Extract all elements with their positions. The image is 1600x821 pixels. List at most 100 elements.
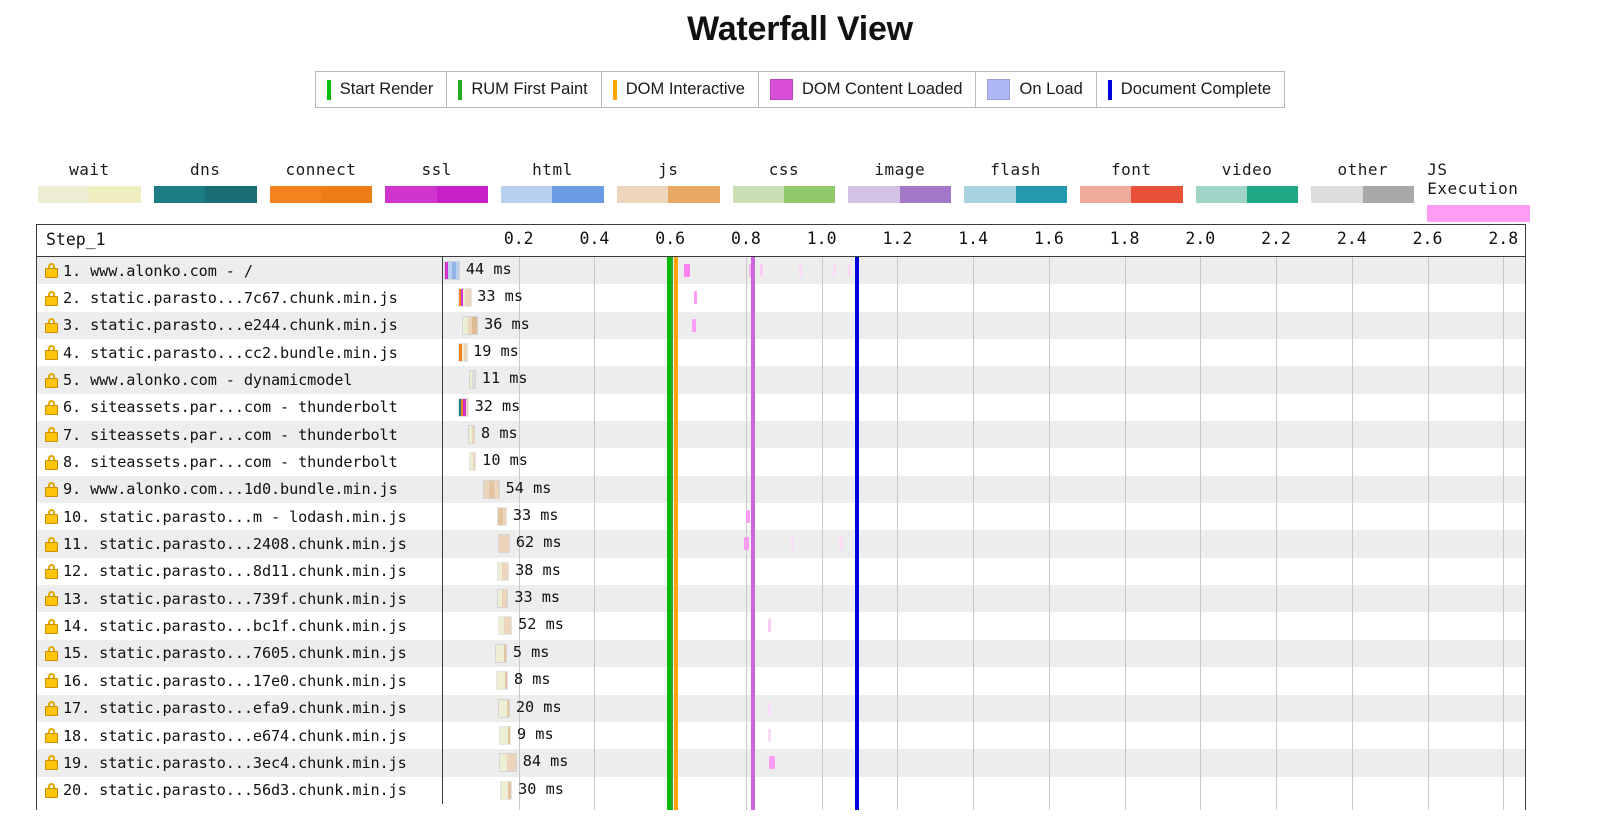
js-execution-block [746,510,751,523]
request-label-cell[interactable]: 10. static.parasto...m - lodash.min.js [37,503,443,530]
request-bar[interactable] [470,453,476,470]
table-row[interactable]: 8. siteassets.par...com - thunderbolt10 … [37,448,1525,475]
js-execution-block [768,619,771,632]
request-duration-label: 38 ms [515,561,561,579]
resource-type-legend-item: JS Execution [1427,160,1530,222]
event-legend-item[interactable]: Document Complete [1097,72,1284,107]
lock-icon [45,673,58,688]
bar-segment-js [472,426,474,443]
request-bar[interactable] [498,563,508,580]
axis-tick-label: 1.8 [1110,229,1140,248]
request-bar[interactable] [459,399,468,416]
request-bar[interactable] [496,645,506,662]
table-row[interactable]: 1. www.alonko.com - /44 ms [37,257,1525,284]
request-label-cell[interactable]: 20. static.parasto...56d3.chunk.min.js [37,777,443,804]
request-label-cell[interactable]: 4. static.parasto...cc2.bundle.min.js [37,339,443,366]
request-bar[interactable] [470,371,475,388]
request-duration-label: 20 ms [516,698,562,716]
request-label-cell[interactable]: 8. siteassets.par...com - thunderbolt [37,448,443,475]
js-execution-block [769,756,775,769]
legend-gap [488,160,501,222]
event-legend-item[interactable]: DOM Interactive [602,72,759,107]
request-bar[interactable] [498,590,507,607]
request-bar[interactable] [445,262,459,279]
request-bar[interactable] [498,508,506,525]
request-track: 30 ms [443,777,1525,804]
request-bar[interactable] [501,782,512,799]
table-row[interactable]: 6. siteassets.par...com - thunderbolt32 … [37,394,1525,421]
js-execution-block [768,729,771,742]
js-execution-block [749,264,753,277]
request-bar[interactable] [459,344,467,361]
request-label-cell[interactable]: 7. siteassets.par...com - thunderbolt [37,421,443,448]
request-bar[interactable] [499,535,509,552]
lock-icon [45,345,58,360]
request-bar[interactable] [500,754,516,771]
bar-segment-other [472,371,475,388]
request-bar[interactable] [499,617,511,634]
request-bar[interactable] [459,289,471,306]
request-label: 3. static.parasto...e244.chunk.min.js [63,316,398,334]
resource-type-swatch [733,186,836,203]
table-row[interactable]: 7. siteassets.par...com - thunderbolt8 m… [37,421,1525,448]
request-bar[interactable] [484,481,499,498]
table-row[interactable]: 19. static.parasto...3ec4.chunk.min.js84… [37,749,1525,776]
table-row[interactable]: 18. static.parasto...e674.chunk.min.js9 … [37,722,1525,749]
waterfall-header: Step_1 0.20.40.60.81.01.21.41.61.82.02.2… [37,225,1525,257]
page-title: Waterfall View [0,0,1600,49]
request-label-cell[interactable]: 3. static.parasto...e244.chunk.min.js [37,312,443,339]
request-label-cell[interactable]: 11. static.parasto...2408.chunk.min.js [37,530,443,557]
request-label-cell[interactable]: 13. static.parasto...739f.chunk.min.js [37,585,443,612]
table-row[interactable]: 12. static.parasto...8d11.chunk.min.js 38… [37,558,1525,585]
table-row[interactable]: 16. static.parasto...17e0.chunk.min.js8 … [37,667,1525,694]
table-row[interactable]: 5. www.alonko.com - dynamicmodel11 ms [37,366,1525,393]
request-label-cell[interactable]: 15. static.parasto...7605.chunk.min.js [37,640,443,667]
request-label: 17. static.parasto...efa9.chunk.min.js [63,699,407,717]
table-row[interactable]: 20. static.parasto...56d3.chunk.min.js 30… [37,777,1525,804]
request-label-cell[interactable]: 1. www.alonko.com - / [37,257,443,284]
request-label-cell[interactable]: 12. static.parasto...8d11.chunk.min.js [37,558,443,585]
request-label-cell[interactable]: 6. siteassets.par...com - thunderbolt [37,394,443,421]
event-legend-item[interactable]: Start Render [316,72,448,107]
request-track: 52 ms [443,612,1525,639]
request-label-cell[interactable]: 5. www.alonko.com - dynamicmodel [37,366,443,393]
request-bar[interactable] [463,317,477,334]
table-row[interactable]: 4. static.parasto...cc2.bundle.min.js19 … [37,339,1525,366]
request-duration-label: 5 ms [513,643,550,661]
resource-type-legend-item: wait [38,160,141,222]
request-label-cell[interactable]: 16. static.parasto...17e0.chunk.min.js [37,667,443,694]
js-execution-block [839,537,843,550]
legend-gap [835,160,848,222]
table-row[interactable]: 9. www.alonko.com...1d0.bundle.min.js54 … [37,476,1525,503]
resource-type-legend-item: html [501,160,604,222]
table-row[interactable]: 11. static.parasto...2408.chunk.min.js 62… [37,530,1525,557]
table-row[interactable]: 3. static.parasto...e244.chunk.min.js36 … [37,312,1525,339]
table-row[interactable]: 17. static.parasto...efa9.chunk.min.js 20… [37,695,1525,722]
event-legend-item[interactable]: RUM First Paint [447,72,601,107]
request-bar[interactable] [499,700,509,717]
request-label-cell[interactable]: 19. static.parasto...3ec4.chunk.min.js [37,749,443,776]
request-label: 20. static.parasto...56d3.chunk.min.js [63,781,407,799]
request-label-cell[interactable]: 17. static.parasto...efa9.chunk.min.js [37,695,443,722]
request-bar[interactable] [497,672,507,689]
request-duration-label: 62 ms [516,533,562,551]
request-bar[interactable] [500,727,510,744]
table-row[interactable]: 10. static.parasto...m - lodash.min.js33… [37,503,1525,530]
request-bar[interactable] [469,426,474,443]
event-legend-label: RUM First Paint [471,80,587,99]
legend-gap [951,160,964,222]
legend-gap [1183,160,1196,222]
table-row[interactable]: 13. static.parasto...739f.chunk.min.js33… [37,585,1525,612]
request-track: 11 ms [443,366,1525,393]
table-row[interactable]: 15. static.parasto...7605.chunk.min.js 5 … [37,640,1525,667]
request-label-cell[interactable]: 2. static.parasto...7c67.chunk.min.js [37,284,443,311]
event-legend-item[interactable]: DOM Content Loaded [759,72,977,107]
lock-icon [45,783,58,798]
request-label-cell[interactable]: 14. static.parasto...bc1f.chunk.min.js [37,612,443,639]
event-legend-item[interactable]: On Load [976,72,1096,107]
table-row[interactable]: 2. static.parasto...7c67.chunk.min.js33 … [37,284,1525,311]
table-row[interactable]: 14. static.parasto...bc1f.chunk.min.js52… [37,612,1525,639]
request-label-cell[interactable]: 9. www.alonko.com...1d0.bundle.min.js [37,476,443,503]
resource-type-legend-item: dns [154,160,257,222]
request-label-cell[interactable]: 18. static.parasto...e674.chunk.min.js [37,722,443,749]
